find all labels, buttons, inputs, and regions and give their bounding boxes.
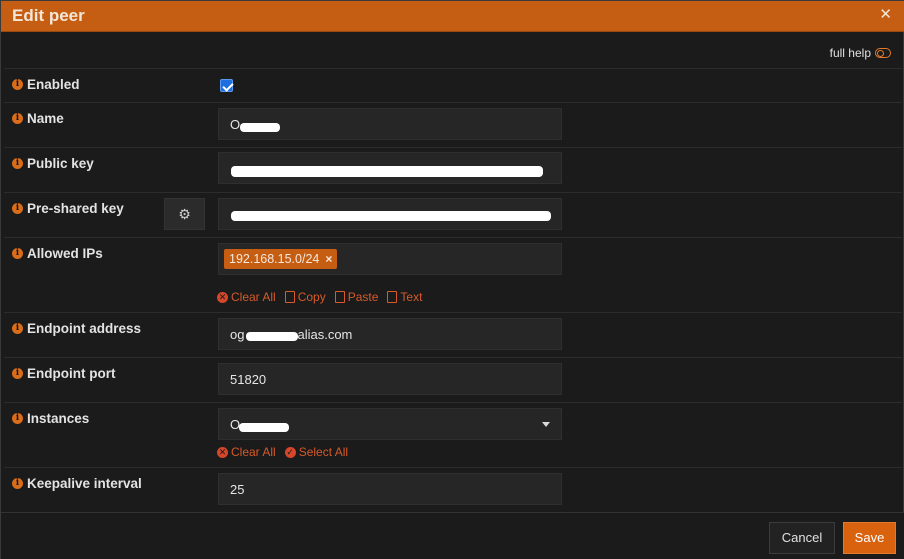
row-allowed-ips: i Allowed IPs 192.168.15.0/24 × ✕ Clear … (4, 237, 902, 312)
endpoint-address-input[interactable]: og alias.com (218, 318, 562, 350)
dialog-title: Edit peer (12, 6, 85, 25)
dialog-titlebar: Edit peer ✕ (1, 1, 904, 32)
full-help-toggle[interactable]: full help (830, 46, 891, 60)
public-key-label: i Public key (12, 156, 94, 171)
info-circle-icon[interactable]: i (12, 113, 23, 124)
instances-actions: ✕ Clear All ✓ Select All (217, 445, 348, 459)
redaction-mark (246, 332, 298, 341)
public-key-input[interactable] (218, 152, 562, 184)
paste-icon (334, 291, 345, 303)
redaction-mark (240, 123, 280, 132)
save-button[interactable]: Save (843, 522, 896, 554)
edit-peer-dialog: Edit peer ✕ full help i Enabled i Name O… (0, 0, 904, 559)
gear-icon: ⚙ (178, 206, 191, 222)
toggle-off-icon[interactable] (875, 48, 891, 58)
row-endpoint-port: i Endpoint port 51820 (4, 357, 902, 402)
enabled-label: i Enabled (12, 77, 80, 92)
copy-link[interactable]: Copy (284, 290, 326, 304)
info-circle-icon[interactable]: i (12, 79, 23, 90)
allowed-ips-actions: ✕ Clear All Copy Paste Text (217, 290, 422, 304)
info-circle-icon[interactable]: i (12, 478, 23, 489)
full-help-label: full help (829, 46, 871, 60)
name-label: i Name (12, 111, 64, 126)
redaction-mark (231, 211, 551, 221)
clear-icon: ✕ (217, 446, 228, 458)
row-enabled: i Enabled (4, 68, 902, 102)
redaction-mark (239, 423, 289, 432)
keepalive-interval-label: i Keepalive interval (12, 476, 142, 491)
info-circle-icon[interactable]: i (12, 413, 23, 424)
close-icon[interactable]: ✕ (879, 5, 892, 23)
name-input[interactable]: O (218, 108, 562, 140)
redaction-mark (231, 166, 543, 177)
clear-all-link[interactable]: ✕ Clear All (217, 445, 276, 459)
dialog-footer: Cancel Save (1, 512, 904, 559)
clear-icon: ✕ (217, 291, 228, 303)
row-keepalive-interval: i Keepalive interval 25 (4, 467, 902, 512)
row-pre-shared-key: i Pre-shared key ⚙ (4, 192, 902, 237)
endpoint-address-label: i Endpoint address (12, 321, 141, 336)
row-instances: i Instances O ✕ Clear All ✓ Select All (4, 402, 902, 467)
remove-tag-icon[interactable]: × (325, 252, 332, 266)
cancel-button[interactable]: Cancel (769, 522, 835, 554)
pre-shared-key-input[interactable] (218, 198, 562, 230)
text-link[interactable]: Text (387, 290, 422, 304)
keepalive-interval-input[interactable]: 25 (218, 473, 562, 505)
instances-select[interactable]: O (218, 408, 562, 440)
select-all-link[interactable]: ✓ Select All (284, 445, 348, 459)
endpoint-port-input[interactable]: 51820 (218, 363, 562, 395)
enabled-checkbox[interactable] (220, 79, 233, 92)
row-public-key: i Public key (4, 147, 902, 192)
endpoint-port-label: i Endpoint port (12, 366, 115, 381)
info-circle-icon[interactable]: i (12, 158, 23, 169)
text-icon (387, 291, 398, 303)
row-endpoint-address: i Endpoint address og alias.com (4, 312, 902, 357)
copy-icon (284, 291, 295, 303)
info-circle-icon[interactable]: i (12, 248, 23, 259)
allowed-ips-tag-input[interactable]: 192.168.15.0/24 × (218, 243, 562, 275)
allowed-ip-tag: 192.168.15.0/24 × (224, 249, 338, 269)
generate-key-button[interactable]: ⚙ (164, 198, 205, 230)
check-circle-icon: ✓ (284, 446, 296, 458)
allowed-ips-label: i Allowed IPs (12, 246, 103, 261)
paste-link[interactable]: Paste (334, 290, 378, 304)
chevron-down-icon[interactable] (542, 422, 550, 427)
info-circle-icon[interactable]: i (12, 368, 23, 379)
info-circle-icon[interactable]: i (12, 323, 23, 334)
pre-shared-key-label: i Pre-shared key (12, 201, 124, 216)
clear-all-link[interactable]: ✕ Clear All (217, 290, 276, 304)
instances-label: i Instances (12, 411, 89, 426)
row-name: i Name O (4, 102, 902, 147)
info-circle-icon[interactable]: i (12, 203, 23, 214)
